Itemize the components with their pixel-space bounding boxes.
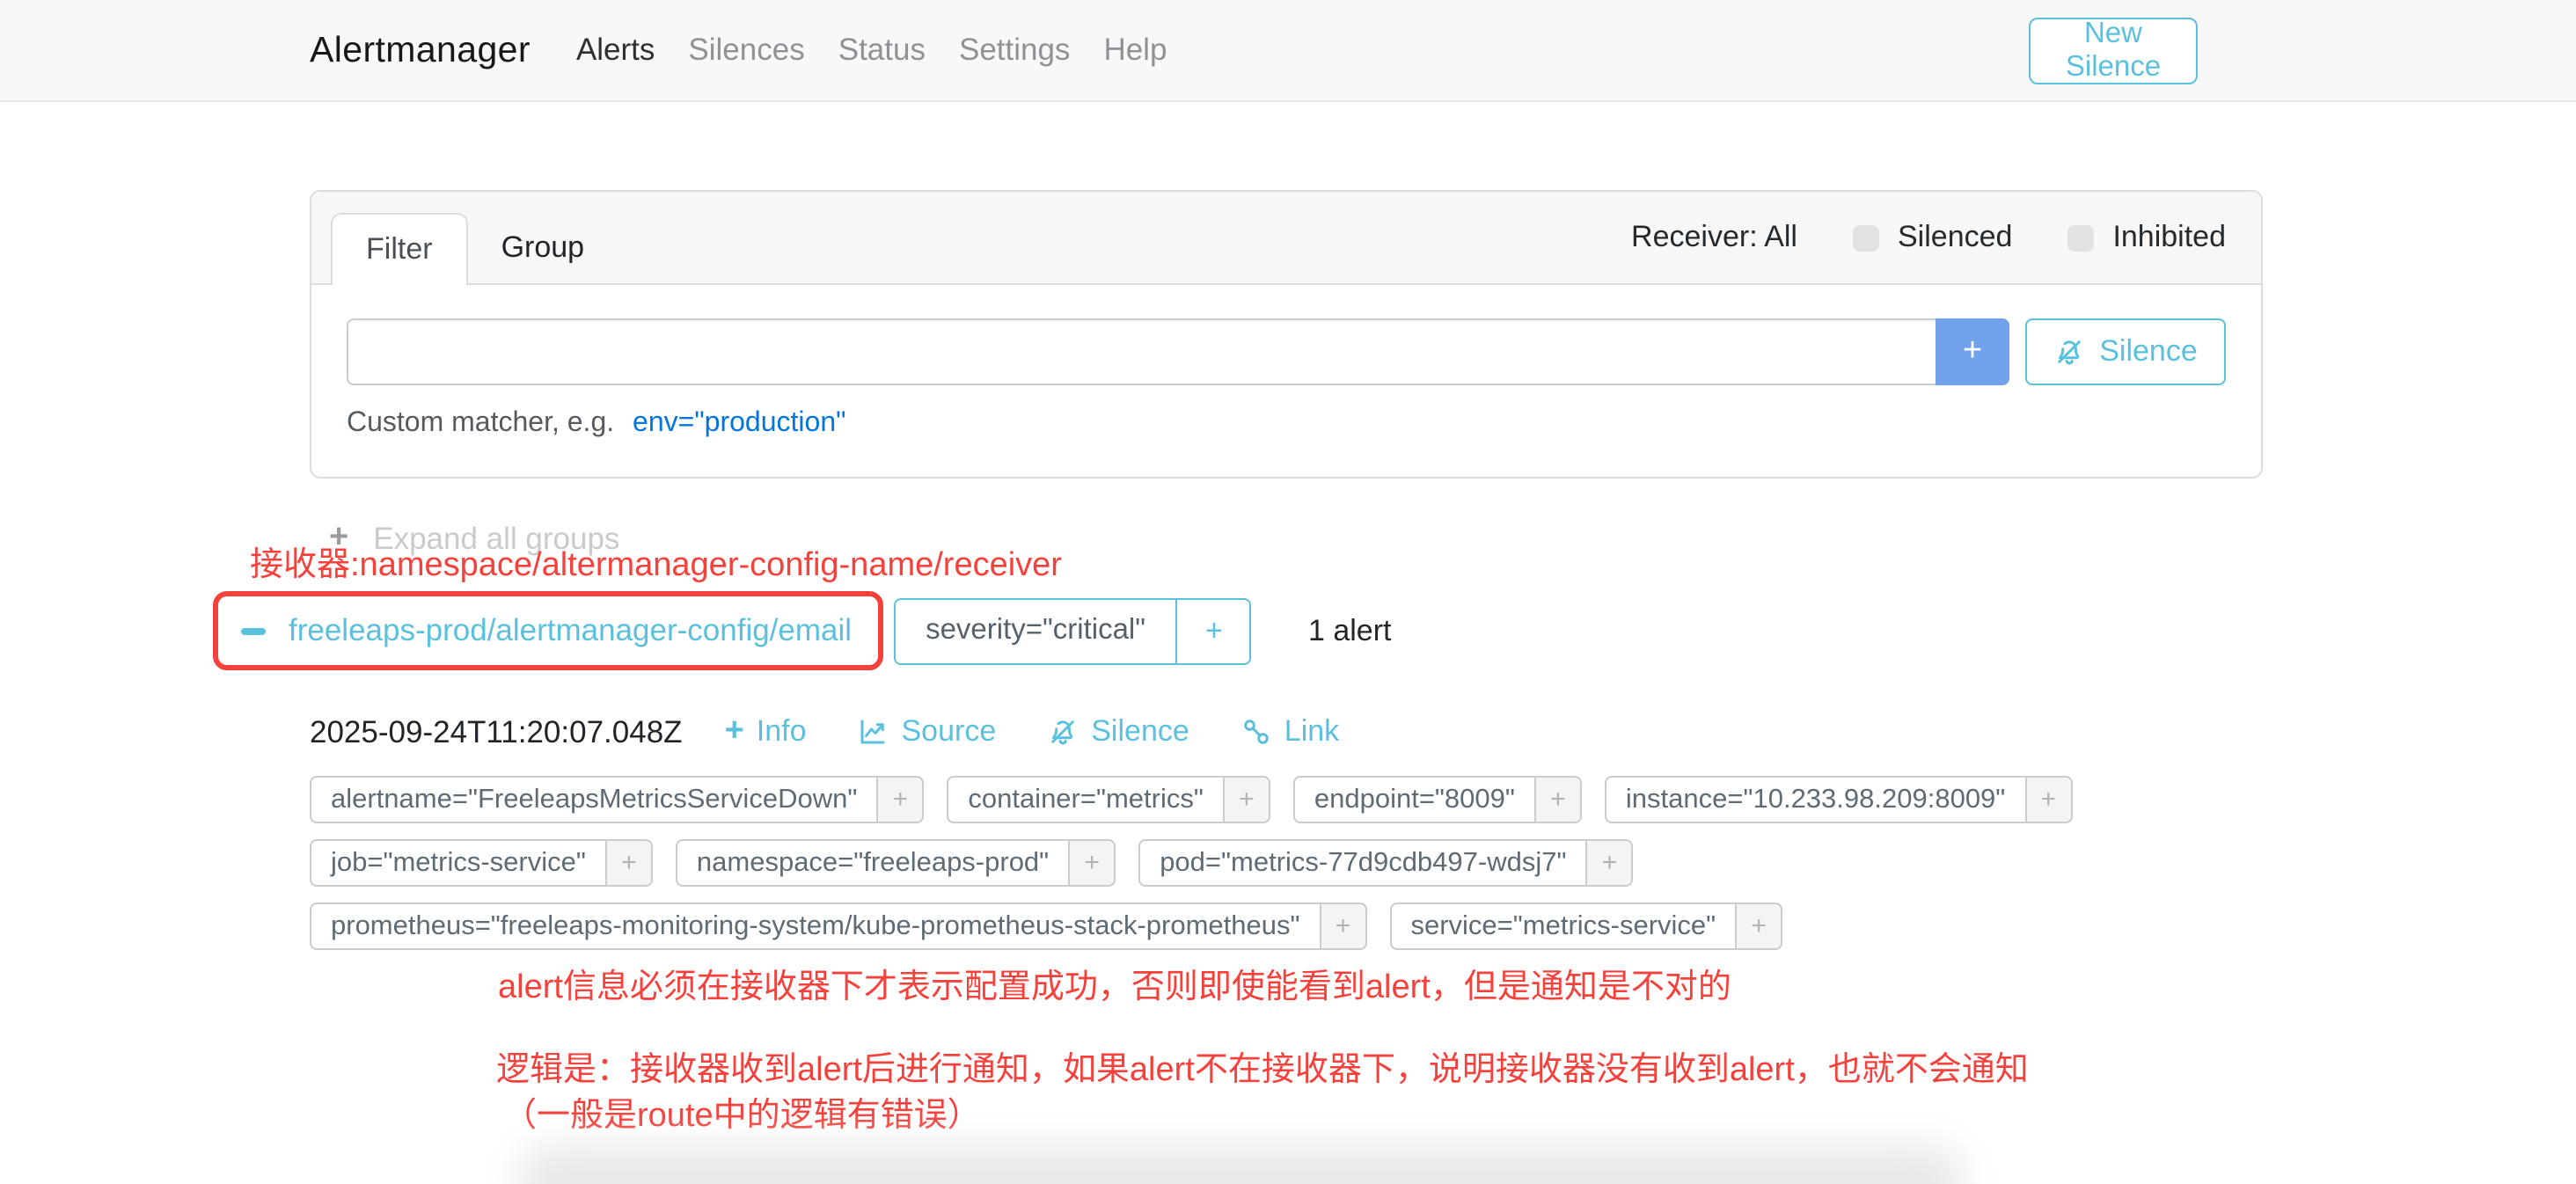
alert-labels: alertname="FreeleapsMetricsServiceDown" …	[310, 776, 2072, 950]
silenced-checkbox[interactable]	[1852, 224, 1878, 251]
inhibited-checkbox[interactable]	[2067, 224, 2093, 251]
silence-button-label: Silence	[2099, 334, 2198, 369]
info-action[interactable]: + Info	[725, 713, 807, 751]
alert-label: container="metrics"	[947, 776, 1225, 823]
group-receiver-button[interactable]: freeleaps-prod/alertmanager-config/email	[227, 602, 869, 660]
silenced-checkbox-group[interactable]: Silenced	[1852, 220, 2012, 255]
matcher-input[interactable]	[347, 318, 1936, 385]
alert-timestamp: 2025-09-24T11:20:07.048Z	[310, 713, 683, 750]
alert-label-chip: prometheus="freeleaps-monitoring-system/…	[310, 903, 1366, 950]
filter-card-header: Filter Group Receiver: All Silenced Inhi…	[311, 192, 2261, 285]
matcher-input-group: + Silence	[347, 318, 2226, 385]
annotation-route-error: （一般是route中的逻辑有错误）	[503, 1089, 981, 1136]
inhibited-checkbox-group[interactable]: Inhibited	[2067, 220, 2226, 255]
chart-line-icon	[858, 716, 889, 748]
link-icon	[1240, 716, 1272, 748]
bottom-shadow-artifact	[519, 1145, 1962, 1184]
label-filter-add-button[interactable]: +	[607, 839, 653, 887]
alert-label: prometheus="freeleaps-monitoring-system/…	[310, 903, 1321, 950]
receiver-filter-label[interactable]: Receiver: All	[1631, 220, 1797, 255]
nav-item-silences[interactable]: Silences	[688, 32, 804, 69]
label-filter-add-button[interactable]: +	[1321, 903, 1366, 950]
label-filter-add-button[interactable]: +	[1536, 776, 1582, 823]
annotation-receiver-format: 接收器:namespace/altermanager-config-name/r…	[250, 538, 1062, 586]
source-action[interactable]: Source	[858, 714, 997, 749]
alert-label: endpoint="8009"	[1293, 776, 1536, 823]
bell-slash-icon	[1047, 716, 1079, 748]
tab-filter[interactable]: Filter	[331, 213, 468, 285]
label-filter-add-button[interactable]: +	[1070, 839, 1116, 887]
alert-label: alertname="FreeleapsMetricsServiceDown"	[310, 776, 878, 823]
link-action[interactable]: Link	[1240, 714, 1339, 749]
matcher-hint-text: Custom matcher, e.g.	[347, 408, 614, 438]
red-highlight-box: freeleaps-prod/alertmanager-config/email	[213, 591, 883, 670]
filter-options: Receiver: All Silenced Inhibited	[1631, 220, 2226, 255]
label-filter-add-button[interactable]: +	[2026, 776, 2072, 823]
alert-label-chip: job="metrics-service" +	[310, 839, 653, 887]
alert-label: pod="metrics-77d9cdb497-wdsj7"	[1138, 839, 1587, 887]
alert-label-chip: namespace="freeleaps-prod" +	[676, 839, 1116, 887]
group-receiver-label: freeleaps-prod/alertmanager-config/email	[289, 612, 852, 649]
silenced-checkbox-label: Silenced	[1898, 220, 2012, 255]
alert-label: namespace="freeleaps-prod"	[676, 839, 1070, 887]
alert-actions: + Info Source	[725, 713, 1340, 751]
bell-slash-icon	[2053, 336, 2085, 368]
alert-label-chip: instance="10.233.98.209:8009" +	[1605, 776, 2072, 823]
main-nav: Alerts Silences Status Settings Help	[576, 32, 1167, 69]
new-silence-button[interactable]: New Silence	[2029, 18, 2198, 84]
filter-card: Filter Group Receiver: All Silenced Inhi…	[310, 190, 2263, 479]
label-row: alertname="FreeleapsMetricsServiceDown" …	[310, 776, 2072, 823]
alert-label-chip: service="metrics-service" +	[1389, 903, 1782, 950]
alert-label: service="metrics-service"	[1389, 903, 1737, 950]
label-filter-add-button[interactable]: +	[878, 776, 924, 823]
label-row: prometheus="freeleaps-monitoring-system/…	[310, 903, 2072, 950]
alert-count: 1 alert	[1308, 613, 1392, 648]
nav-item-help[interactable]: Help	[1103, 32, 1167, 69]
add-matcher-button[interactable]: +	[1936, 318, 2009, 385]
top-navbar: Alertmanager Alerts Silences Status Sett…	[0, 0, 2576, 102]
tab-group[interactable]: Group	[468, 213, 618, 283]
filter-card-body: + Silence Custom matcher, e.g. env="prod…	[311, 285, 2261, 473]
link-action-label: Link	[1284, 714, 1339, 749]
alert-label-chip: pod="metrics-77d9cdb497-wdsj7" +	[1138, 839, 1633, 887]
alert-label-chip: endpoint="8009" +	[1293, 776, 1582, 823]
silence-action[interactable]: Silence	[1047, 714, 1189, 749]
annotation-notify-logic: 逻辑是：接收器收到alert后进行通知，如果alert不在接收器下，说明接收器没…	[496, 1043, 2029, 1091]
alertmanager-page: Alertmanager Alerts Silences Status Sett…	[0, 0, 2576, 1184]
matcher-hint: Custom matcher, e.g. env="production"	[347, 408, 2226, 440]
source-action-label: Source	[902, 714, 997, 749]
alert-label: job="metrics-service"	[310, 839, 607, 887]
silence-button[interactable]: Silence	[2025, 318, 2226, 385]
app-brand: Alertmanager	[310, 29, 531, 71]
collapse-minus-icon	[241, 627, 266, 634]
matcher-example-link[interactable]: env="production"	[633, 408, 845, 438]
alert-label-chip: container="metrics" +	[947, 776, 1270, 823]
label-filter-add-button[interactable]: +	[1588, 839, 1634, 887]
group-matcher-label: severity="critical"	[896, 599, 1175, 662]
nav-item-settings[interactable]: Settings	[959, 32, 1070, 69]
silence-action-label: Silence	[1091, 714, 1189, 749]
label-filter-add-button[interactable]: +	[1737, 903, 1782, 950]
label-row: job="metrics-service" + namespace="freel…	[310, 839, 2072, 887]
inhibited-checkbox-label: Inhibited	[2112, 220, 2226, 255]
label-filter-add-button[interactable]: +	[1225, 776, 1270, 823]
group-matcher-add-button[interactable]: +	[1178, 599, 1250, 662]
group-matcher-chip: severity="critical" +	[894, 597, 1252, 664]
alert-label-chip: alertname="FreeleapsMetricsServiceDown" …	[310, 776, 924, 823]
nav-item-alerts[interactable]: Alerts	[576, 32, 655, 69]
alert-meta-row: 2025-09-24T11:20:07.048Z + Info Source	[310, 713, 1339, 751]
nav-item-status[interactable]: Status	[838, 32, 926, 69]
alert-group-row: freeleaps-prod/alertmanager-config/email…	[213, 591, 1391, 670]
info-action-label: Info	[757, 714, 807, 749]
plus-icon: +	[725, 713, 744, 751]
alert-label: instance="10.233.98.209:8009"	[1605, 776, 2026, 823]
annotation-alert-under-receiver: alert信息必须在接收器下才表示配置成功，否则即使能看到alert，但是通知是…	[498, 961, 1731, 1008]
